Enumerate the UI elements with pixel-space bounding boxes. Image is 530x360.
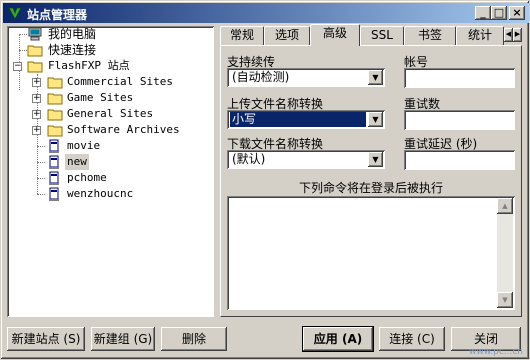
tree-item-new[interactable]: new bbox=[7, 154, 207, 170]
tree-item-label: movie bbox=[67, 139, 101, 152]
site-tree[interactable]: 我的电脑 快速连接 − FlashFXP 站点 + Commercial Sit… bbox=[7, 26, 214, 317]
new-site-button[interactable]: 新建站点 (S) bbox=[7, 327, 85, 351]
tree-item-label: Commercial Sites bbox=[67, 75, 173, 88]
tree-item-label: pchome bbox=[67, 171, 107, 184]
expand-icon[interactable]: + bbox=[32, 78, 41, 87]
tab-general[interactable]: 常规 bbox=[220, 26, 264, 45]
tree-item-pchome[interactable]: pchome bbox=[7, 170, 207, 186]
resume-select[interactable]: (自动检测) ▼ bbox=[227, 68, 385, 87]
download-convert-select[interactable]: (默认) ▼ bbox=[227, 150, 385, 169]
expand-icon[interactable]: + bbox=[32, 94, 41, 103]
maximize-button[interactable]: □ bbox=[491, 6, 507, 20]
server-icon bbox=[49, 171, 59, 185]
tree-item-flashfxp-sites[interactable]: − FlashFXP 站点 bbox=[7, 58, 207, 74]
tree-line bbox=[37, 178, 45, 179]
tab-bookmarks[interactable]: 书签 bbox=[404, 26, 456, 45]
retry-delay-input[interactable] bbox=[404, 150, 515, 170]
folder-open-icon bbox=[27, 61, 43, 73]
download-convert-select-value: (默认) bbox=[232, 152, 266, 166]
tab-ssl[interactable]: SSL bbox=[360, 26, 404, 45]
post-login-commands-textarea[interactable]: ▲ ▼ bbox=[227, 196, 515, 310]
window-title: 站点管理器 bbox=[27, 8, 88, 22]
tree-line bbox=[37, 194, 45, 195]
tree-item-software-archives[interactable]: + Software Archives bbox=[7, 122, 207, 138]
tree-item-game-sites[interactable]: + Game Sites bbox=[7, 90, 207, 106]
tab-statistics[interactable]: 统计 bbox=[456, 26, 504, 45]
upload-convert-select-value: 小写 bbox=[230, 112, 366, 127]
tab-advanced[interactable]: 高级 bbox=[310, 24, 360, 46]
computer-icon bbox=[28, 27, 42, 41]
expand-icon[interactable]: + bbox=[32, 126, 41, 135]
expand-icon[interactable]: + bbox=[32, 110, 41, 119]
chevron-down-icon[interactable]: ▼ bbox=[368, 152, 383, 167]
new-group-button[interactable]: 新建组 (G) bbox=[91, 327, 155, 351]
server-icon bbox=[49, 155, 59, 169]
tree-item-label: General Sites bbox=[67, 107, 154, 120]
apply-button[interactable]: 应用 (A) bbox=[302, 326, 374, 352]
tree-item-label: 我的电脑 bbox=[48, 27, 97, 41]
chevron-down-icon[interactable]: ▼ bbox=[368, 112, 383, 127]
retry-count-input[interactable] bbox=[404, 110, 515, 130]
server-icon bbox=[49, 187, 59, 201]
scroll-down-icon[interactable]: ▼ bbox=[497, 292, 513, 308]
watermark: www.pc...cn bbox=[468, 347, 523, 357]
tree-line bbox=[37, 162, 45, 163]
folder-icon bbox=[47, 125, 63, 137]
flashfxp-logo-icon bbox=[8, 7, 22, 20]
tree-item-wenzhoucnc[interactable]: wenzhoucnc bbox=[7, 186, 207, 202]
folder-icon bbox=[47, 93, 63, 105]
collapse-icon[interactable]: − bbox=[13, 62, 22, 71]
tree-item-general-sites[interactable]: + General Sites bbox=[7, 106, 207, 122]
post-login-commands-label: 下列命令将在登录后被执行 bbox=[299, 181, 444, 195]
folder-icon bbox=[47, 77, 63, 89]
scroll-up-icon[interactable]: ▲ bbox=[497, 198, 513, 214]
tab-scroll-right-button[interactable]: ▶ bbox=[513, 28, 522, 42]
tree-item-label: 快速连接 bbox=[48, 43, 97, 57]
folder-icon bbox=[47, 109, 63, 121]
tree-item-label: Software Archives bbox=[67, 123, 180, 136]
tree-line bbox=[37, 146, 45, 147]
connect-button[interactable]: 连接 (C) bbox=[379, 327, 445, 351]
tree-item-quick-connect[interactable]: 快速连接 bbox=[7, 42, 207, 58]
minimize-button[interactable]: _ bbox=[475, 6, 491, 20]
delete-button[interactable]: 删除 bbox=[161, 327, 227, 351]
tab-scroll-left-button[interactable]: ◀ bbox=[504, 28, 513, 42]
tree-item-movie[interactable]: movie bbox=[7, 138, 207, 154]
resume-select-value: (自动检测) bbox=[232, 70, 290, 84]
tree-item-label: new bbox=[65, 154, 89, 170]
tree-item-label: FlashFXP 站点 bbox=[48, 59, 130, 72]
tree-item-my-computer[interactable]: 我的电脑 bbox=[7, 26, 207, 42]
tab-options[interactable]: 选项 bbox=[264, 26, 310, 45]
close-window-button[interactable]: × bbox=[509, 6, 525, 20]
tree-item-label: Game Sites bbox=[67, 91, 134, 104]
commands-scrollbar[interactable]: ▲ ▼ bbox=[497, 198, 513, 308]
chevron-down-icon[interactable]: ▼ bbox=[368, 70, 383, 85]
tree-item-commercial-sites[interactable]: + Commercial Sites bbox=[7, 74, 207, 90]
folder-icon bbox=[27, 45, 43, 57]
site-manager-window: 站点管理器 _ □ × 我的电脑 快速连接 − FlashFXP 站点 + Co… bbox=[0, 0, 530, 360]
account-input[interactable] bbox=[404, 68, 515, 88]
upload-convert-select[interactable]: 小写 ▼ bbox=[227, 110, 385, 129]
title-bar[interactable]: 站点管理器 _ □ × bbox=[3, 3, 529, 23]
tree-item-label: wenzhoucnc bbox=[67, 187, 134, 200]
server-icon bbox=[49, 139, 59, 153]
